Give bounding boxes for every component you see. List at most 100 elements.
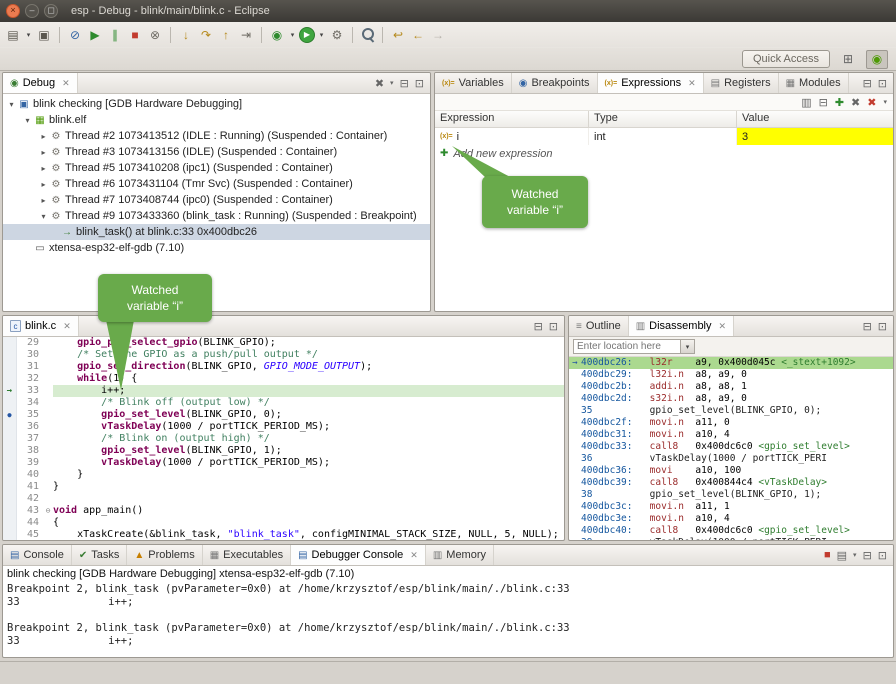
minimize-icon[interactable]: ⊟ [863, 77, 872, 90]
search-icon[interactable] [359, 26, 376, 43]
tab-problems[interactable]: ▲ Problems [127, 545, 202, 565]
code-line[interactable]: 30 /* Set the GPIO as a push/pull output… [3, 349, 564, 361]
debug-dropdown-icon[interactable]: ▾ [288, 26, 297, 44]
tab-registers[interactable]: ▤ Registers [704, 73, 779, 93]
code-editor[interactable]: 29 gpio_pad_select_gpio(BLINK_GPIO); 30 … [3, 337, 564, 541]
debug-icon[interactable]: ◉ [268, 26, 286, 44]
fold-gutter[interactable] [43, 373, 53, 385]
code-line[interactable]: 36 vTaskDelay(1000 / portTICK_PERIOD_MS)… [3, 421, 564, 433]
instruction-step-icon[interactable]: ⇥ [237, 26, 255, 44]
save-icon[interactable]: ▣ [35, 26, 53, 44]
annotation-gutter[interactable]: → [3, 385, 17, 397]
remove-all-terminated-icon[interactable]: ✖ [375, 77, 384, 90]
step-over-icon[interactable]: ↷ [197, 26, 215, 44]
tab-expressions[interactable]: (x)= Expressions ✕ [598, 73, 704, 93]
expression-type-cell[interactable]: int [589, 128, 737, 145]
tab-console[interactable]: ▤ Console [3, 545, 72, 565]
disassembly-row[interactable]: 400dbc36: movi a10, 100 [569, 465, 893, 477]
column-header-expression[interactable]: Expression [435, 111, 589, 127]
disassembly-body[interactable]: →400dbc26: l32r a9, 0x400d045c <_stext+1… [569, 357, 893, 540]
code-line[interactable]: 31 gpio_set_direction(BLINK_GPIO, GPIO_M… [3, 361, 564, 373]
tree-item-thread[interactable]: ▸ ⚙ Thread #5 1073410208 (ipc1) (Suspend… [3, 160, 430, 176]
expander-icon[interactable]: ▸ [38, 164, 49, 173]
disassembly-row[interactable]: 400dbc39: call8 0x400844c4 <vTaskDelay> [569, 477, 893, 489]
run-dropdown-icon[interactable]: ▾ [317, 26, 326, 44]
step-return-icon[interactable]: ↑ [217, 26, 235, 44]
expression-value-cell[interactable]: 3 [737, 128, 893, 145]
tab-debugger-console[interactable]: ▤ Debugger Console ✕ [291, 545, 426, 565]
suspend-icon[interactable]: ∥ [106, 26, 124, 44]
fold-gutter[interactable] [43, 433, 53, 445]
minimize-icon[interactable]: ⊟ [863, 320, 872, 333]
maximize-icon[interactable]: ⊡ [415, 77, 424, 90]
tree-item-gdb[interactable]: ▭ xtensa-esp32-elf-gdb (7.10) [3, 240, 430, 256]
back-icon[interactable]: ← [409, 26, 427, 44]
code-line-current[interactable]: →33 i++; [3, 385, 564, 397]
annotation-gutter[interactable] [3, 373, 17, 385]
external-tools-icon[interactable]: ⚙ [328, 26, 346, 44]
expander-icon[interactable]: ▸ [38, 148, 49, 157]
close-icon[interactable]: ✕ [62, 78, 70, 89]
disassembly-row[interactable]: 400dbc2b: addi.n a8, a8, 1 [569, 381, 893, 393]
annotation-gutter[interactable] [3, 397, 17, 409]
disassembly-row[interactable]: 400dbc3c: movi.n a11, 1 [569, 501, 893, 513]
tree-item-thread[interactable]: ▸ ⚙ Thread #6 1073431104 (Tmr Svc) (Susp… [3, 176, 430, 192]
open-console-icon[interactable]: ▤ [837, 549, 847, 562]
tab-blink-c[interactable]: c blink.c ✕ [3, 316, 79, 336]
fold-gutter[interactable]: ⊖ [43, 505, 53, 517]
disassembly-row[interactable]: 400dbc31: movi.n a10, 4 [569, 429, 893, 441]
annotation-gutter[interactable] [3, 421, 17, 433]
annotation-gutter[interactable] [3, 349, 17, 361]
new-dropdown-icon[interactable]: ▾ [24, 26, 33, 44]
view-menu-icon[interactable]: ▾ [883, 98, 887, 106]
maximize-icon[interactable]: ⊡ [549, 320, 558, 333]
disassembly-row[interactable]: 400dbc29: l32i.n a8, a9, 0 [569, 369, 893, 381]
expander-icon[interactable]: ▸ [38, 132, 49, 141]
add-expression-row[interactable]: ✚ Add new expression [435, 145, 893, 162]
disassembly-row[interactable]: 400dbc33: call8 0x400dc6c0 <gpio_set_lev… [569, 441, 893, 453]
fold-gutter[interactable] [43, 397, 53, 409]
annotation-gutter[interactable] [3, 529, 17, 541]
new-wizard-icon[interactable]: ▤ [4, 26, 22, 44]
fold-gutter[interactable] [43, 493, 53, 505]
tree-item-program[interactable]: ▾ ▦ blink.elf [3, 112, 430, 128]
code-line[interactable]: 29 gpio_pad_select_gpio(BLINK_GPIO); [3, 337, 564, 349]
window-minimize-button[interactable]: – [25, 4, 39, 18]
disassembly-row-current[interactable]: →400dbc26: l32r a9, 0x400d045c <_stext+1… [569, 357, 893, 369]
tab-breakpoints[interactable]: ◉ Breakpoints [512, 73, 598, 93]
maximize-icon[interactable]: ⊡ [878, 77, 887, 90]
close-icon[interactable]: ✕ [410, 550, 418, 561]
annotation-gutter[interactable] [3, 481, 17, 493]
code-line[interactable]: 32 while(1) { [3, 373, 564, 385]
code-line[interactable]: 37 /* Blink on (output high) */ [3, 433, 564, 445]
view-menu-icon[interactable]: ▾ [390, 79, 394, 87]
fold-gutter[interactable] [43, 349, 53, 361]
annotation-gutter[interactable] [3, 517, 17, 529]
code-line[interactable]: 45 xTaskCreate(&blink_task, "blink_task"… [3, 529, 564, 541]
minimize-icon[interactable]: ⊟ [863, 549, 872, 562]
tab-disassembly[interactable]: ▥ Disassembly ✕ [629, 316, 734, 336]
annotation-gutter[interactable] [3, 433, 17, 445]
location-input[interactable] [573, 339, 681, 354]
console-output[interactable]: Breakpoint 2, blink_task (pvParameter=0x… [3, 582, 893, 649]
disassembly-row[interactable]: 400dbc2d: s32i.n a8, a9, 0 [569, 393, 893, 405]
annotation-gutter[interactable] [3, 457, 17, 469]
forward-icon[interactable]: → [429, 26, 447, 44]
code-line[interactable]: ●35 gpio_set_level(BLINK_GPIO, 0); [3, 409, 564, 421]
remove-expression-icon[interactable]: ✖ [851, 96, 860, 109]
code-line[interactable]: 42 [3, 493, 564, 505]
disassembly-source-row[interactable]: 38 gpio_set_level(BLINK_GPIO, 1); [569, 489, 893, 501]
maximize-icon[interactable]: ⊡ [878, 549, 887, 562]
expression-name-cell[interactable]: (x)= i [435, 128, 589, 145]
expander-icon[interactable]: ▾ [22, 116, 33, 125]
window-maximize-button[interactable]: ◻ [44, 4, 58, 18]
annotation-gutter[interactable] [3, 469, 17, 481]
remove-all-expressions-icon[interactable]: ✖ [867, 96, 876, 109]
code-line[interactable]: 38 gpio_set_level(BLINK_GPIO, 1); [3, 445, 564, 457]
tree-item-thread[interactable]: ▸ ⚙ Thread #2 1073413512 (IDLE : Running… [3, 128, 430, 144]
add-expression-icon[interactable]: ✚ [835, 96, 844, 109]
tree-item-thread[interactable]: ▸ ⚙ Thread #3 1073413156 (IDLE) (Suspend… [3, 144, 430, 160]
tab-debug[interactable]: ◉ Debug ✕ [3, 73, 78, 93]
annotation-gutter[interactable]: ● [3, 409, 17, 421]
tree-item-launch[interactable]: ▾ ▣ blink checking [GDB Hardware Debuggi… [3, 96, 430, 112]
